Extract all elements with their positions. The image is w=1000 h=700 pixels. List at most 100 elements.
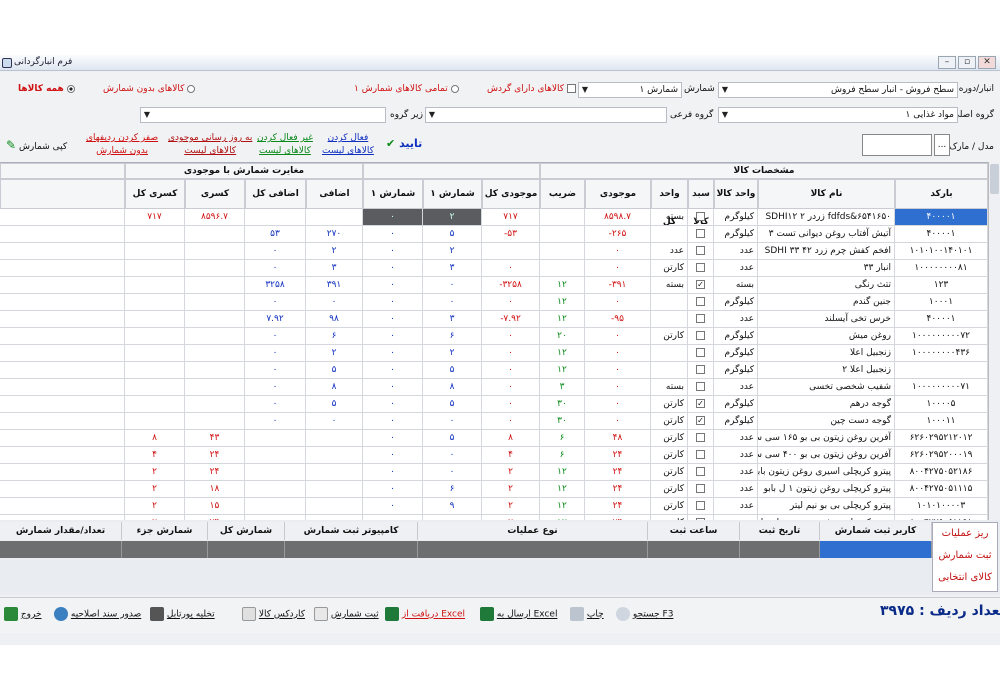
grid-cell-surt[interactable]: ۰ xyxy=(245,413,306,430)
grid-cell-factor[interactable]: ۱۲ xyxy=(540,311,585,328)
grid-cell-c1[interactable]: ۵ xyxy=(423,226,482,243)
column-header-sur[interactable]: اضافی xyxy=(306,179,363,209)
grid-cell-stock[interactable]: ۰ xyxy=(585,260,651,277)
grid-cell-name[interactable]: روغن میش xyxy=(758,328,895,345)
grid-cell-sur[interactable]: ۲ xyxy=(306,345,363,362)
grid-cell-sur[interactable]: ۳۹۱ xyxy=(306,277,363,294)
column-header-pack[interactable]: واحد کل xyxy=(651,179,688,227)
grid-cell-surt[interactable]: ۷.۹۲ xyxy=(245,311,306,328)
grid-cell-pack[interactable]: کارتن xyxy=(651,447,688,464)
grid-cell-total[interactable]: ۲ xyxy=(482,464,540,481)
grid-cell-sur[interactable]: ۵ xyxy=(306,396,363,413)
basket-checkbox[interactable] xyxy=(696,297,705,306)
confirm-button[interactable]: ✔ تایید xyxy=(386,137,422,150)
grid-cell-deft[interactable]: ۴ xyxy=(125,447,185,464)
grid-cell-pack[interactable]: کارتن xyxy=(651,396,688,413)
grid-cell-c1[interactable]: ۰ xyxy=(423,447,482,464)
grid-cell-name[interactable]: پیترو کریچلی روغن زیتون ۱ ل بابو xyxy=(758,481,895,498)
column-header-stock[interactable]: موجودی xyxy=(585,179,651,209)
grid-cell-unit[interactable]: کیلوگرم xyxy=(714,294,758,311)
grid-cell-surt[interactable]: ۰ xyxy=(245,260,306,277)
grid-cell-pack[interactable] xyxy=(651,294,688,311)
grid-cell-total[interactable]: ۴ xyxy=(482,447,540,464)
grid-cell-unit[interactable]: کیلوگرم xyxy=(714,209,758,226)
grid-cell-deft[interactable]: ۸ xyxy=(125,430,185,447)
grid-cell-def[interactable] xyxy=(185,345,245,362)
grid-cell-factor[interactable] xyxy=(540,209,585,226)
grid-cell-sur[interactable]: ۶ xyxy=(306,328,363,345)
search-button[interactable]: جستجو F3 xyxy=(616,607,673,621)
grid-cell-stock[interactable]: -۹۵ xyxy=(585,311,651,328)
grid-cell-pack[interactable] xyxy=(651,362,688,379)
grid-cell-basket[interactable]: ✓ xyxy=(688,413,714,430)
close-button[interactable]: ✕ xyxy=(978,56,996,69)
grid-cell-total[interactable]: ۷۱۷ xyxy=(482,209,540,226)
cardex-button[interactable]: کاردکس کالا xyxy=(242,607,305,621)
grid-cell-basket[interactable] xyxy=(688,498,714,515)
basket-checkbox[interactable] xyxy=(696,229,705,238)
deactivate-list-button[interactable]: غیر فعال کردن کالاهای لیست xyxy=(257,132,313,158)
grid-cell-sur[interactable]: ۲۷۰ xyxy=(306,226,363,243)
all-counted-option[interactable]: تمامی کالاهای شمارش ۱ xyxy=(354,84,459,94)
subsub-group-combo[interactable]: ▼ xyxy=(140,107,386,123)
basket-checkbox[interactable] xyxy=(696,263,705,272)
register-count-button[interactable]: ثبت شمارش xyxy=(314,607,379,621)
grid-cell-unit[interactable]: عدد xyxy=(714,260,758,277)
grid-cell-total[interactable]: ۸ xyxy=(482,430,540,447)
turnover-checkbox[interactable] xyxy=(566,84,576,93)
grid-cell-surt[interactable]: ۰ xyxy=(245,362,306,379)
scroll-thumb[interactable] xyxy=(990,164,999,194)
column-header-barcode[interactable]: بارکد xyxy=(895,179,988,209)
grid-cell-deft[interactable] xyxy=(125,345,185,362)
grid-cell-unit[interactable]: عدد xyxy=(714,447,758,464)
grid-cell-name[interactable]: خرس تخی آیسلند xyxy=(758,311,895,328)
grid-cell-sur[interactable] xyxy=(306,430,363,447)
grid-cell-def[interactable] xyxy=(185,413,245,430)
grid-cell-def[interactable] xyxy=(185,311,245,328)
grid-cell-surt[interactable] xyxy=(245,481,306,498)
basket-checkbox[interactable] xyxy=(696,433,705,442)
grid-cell-unit[interactable]: کیلوگرم xyxy=(714,413,758,430)
grid-cell-basket[interactable] xyxy=(688,260,714,277)
exit-button[interactable]: خروج xyxy=(4,607,42,621)
grid-cell-stock[interactable]: ۲۴ xyxy=(585,481,651,498)
uncounted-radio[interactable] xyxy=(187,84,196,93)
grid-cell-pack[interactable]: کارتن xyxy=(651,481,688,498)
grid-cell-factor[interactable]: ۱۲ xyxy=(540,498,585,515)
grid-cell-sur[interactable]: ۰ xyxy=(306,413,363,430)
grid-cell-basket[interactable] xyxy=(688,464,714,481)
basket-checkbox[interactable] xyxy=(696,348,705,357)
grid-cell-unit[interactable]: عدد xyxy=(714,311,758,328)
grid-cell-name[interactable]: fdfds&۶۵۴۱۶۵۰ زردر ۲ SDHI۱۲ xyxy=(758,209,895,226)
grid-cell-c1[interactable]: ۲ xyxy=(423,243,482,260)
column-header-c1[interactable]: شمارش ۱ xyxy=(423,179,482,209)
basket-checkbox[interactable] xyxy=(696,382,705,391)
grid-cell-c1t[interactable]: ۰ xyxy=(363,362,423,379)
grid-cell-def[interactable]: ۲۴ xyxy=(185,464,245,481)
grid-cell-barcode[interactable]: ۱۲۳ xyxy=(895,277,988,294)
grid-cell-stock[interactable]: ۸۵۹۸.۷ xyxy=(585,209,651,226)
basket-checkbox[interactable] xyxy=(696,501,705,510)
grid-cell-surt[interactable] xyxy=(245,498,306,515)
grid-cell-name[interactable]: تتث رنگی xyxy=(758,277,895,294)
grid-cell-deft[interactable] xyxy=(125,362,185,379)
grid-cell-def[interactable] xyxy=(185,396,245,413)
grid-cell-stock[interactable]: -۲۶۵ xyxy=(585,226,651,243)
grid-cell-deft[interactable]: ۲ xyxy=(125,464,185,481)
grid-cell-barcode[interactable]: ۶۲۶۰۲۹۵۲۱۲۰۱۲ xyxy=(895,430,988,447)
grid-cell-basket[interactable] xyxy=(688,311,714,328)
all-items-option[interactable]: همه کالاها xyxy=(18,84,75,94)
column-header-def[interactable]: کسری xyxy=(185,179,245,209)
basket-checkbox[interactable] xyxy=(696,484,705,493)
grid-cell-stock[interactable]: ۰ xyxy=(585,243,651,260)
unload-portable-button[interactable]: تخلیه پورتابل xyxy=(150,607,215,621)
grid-cell-surt[interactable] xyxy=(245,430,306,447)
grid-cell-unit[interactable]: کیلوگرم xyxy=(714,362,758,379)
grid-cell-basket[interactable]: ✓ xyxy=(688,396,714,413)
grid-cell-name[interactable]: پیترو کریچلی بی بو نیم لیتر xyxy=(758,498,895,515)
import-excel-button[interactable]: دریافت از Excel xyxy=(385,607,465,621)
basket-checkbox[interactable] xyxy=(696,467,705,476)
grid-cell-stock[interactable]: ۲۴ xyxy=(585,498,651,515)
grid-cell-stock[interactable]: ۰ xyxy=(585,328,651,345)
grid-cell-pack[interactable]: کارتن xyxy=(651,260,688,277)
